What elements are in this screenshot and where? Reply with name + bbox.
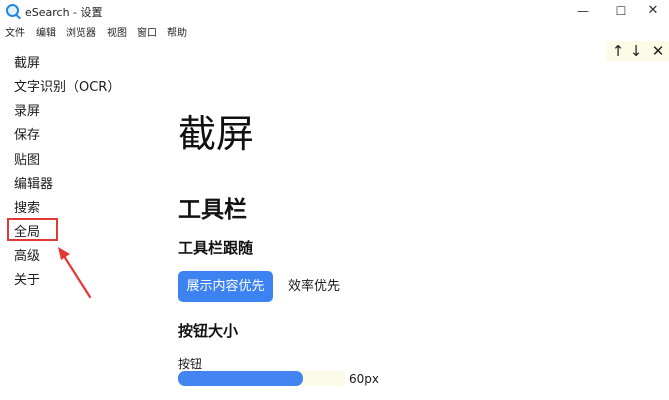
sidebar-item-save[interactable]: 保存 [14, 124, 40, 143]
sidebar-item-ocr[interactable]: 文字识别（OCR） [14, 76, 120, 95]
close-icon[interactable]: ✕ [649, 41, 667, 61]
menu-help[interactable]: 帮助 [167, 24, 187, 39]
window-title: eSearch - 设置 [25, 6, 103, 19]
title-bar: eSearch - 设置 — ☐ ✕ [0, 0, 669, 22]
sidebar-item-search[interactable]: 搜索 [14, 197, 40, 216]
button-size-value: 60px [349, 372, 379, 386]
sidebar-item-record[interactable]: 录屏 [14, 100, 40, 119]
menu-bar: 文件 编辑 浏览器 视图 窗口 帮助 [0, 22, 669, 40]
minimize-button[interactable]: — [566, 0, 600, 22]
button-size-field-label: 按钮 [178, 357, 203, 371]
annotation-highlight-box [7, 218, 58, 241]
sidebar-item-screenshot[interactable]: 截屏 [14, 52, 40, 71]
button-size-slider[interactable] [178, 371, 345, 386]
arrow-up-icon[interactable]: ↑ [609, 41, 627, 61]
sidebar-item-editor[interactable]: 编辑器 [14, 173, 53, 192]
sidebar-item-advanced[interactable]: 高级 [14, 245, 40, 264]
page-title: 截屏 [178, 112, 255, 156]
arrow-down-icon[interactable]: ↓ [627, 41, 645, 61]
menu-edit[interactable]: 编辑 [36, 24, 56, 39]
toolbar-follow-title: 工具栏跟随 [178, 239, 254, 257]
find-nav-toolbar: ↑ ↓ ✕ [606, 41, 669, 61]
menu-window[interactable]: 窗口 [137, 24, 157, 39]
sidebar-item-pin[interactable]: 贴图 [14, 149, 40, 168]
button-size-slider-fill [178, 371, 303, 386]
app-logo-icon [6, 4, 19, 17]
maximize-button[interactable]: ☐ [604, 0, 638, 22]
sidebar-item-about[interactable]: 关于 [14, 269, 40, 288]
annotation-arrow-icon [58, 247, 92, 299]
close-window-button[interactable]: ✕ [636, 0, 669, 22]
option-content-first-button[interactable]: 展示内容优先 [178, 271, 273, 302]
menu-view[interactable]: 视图 [107, 24, 127, 39]
menu-file[interactable]: 文件 [5, 24, 25, 39]
option-efficiency-first-button[interactable]: 效率优先 [280, 271, 348, 302]
menu-browser[interactable]: 浏览器 [66, 24, 96, 39]
button-size-title: 按钮大小 [178, 322, 239, 340]
section-title-toolbar: 工具栏 [178, 197, 247, 223]
